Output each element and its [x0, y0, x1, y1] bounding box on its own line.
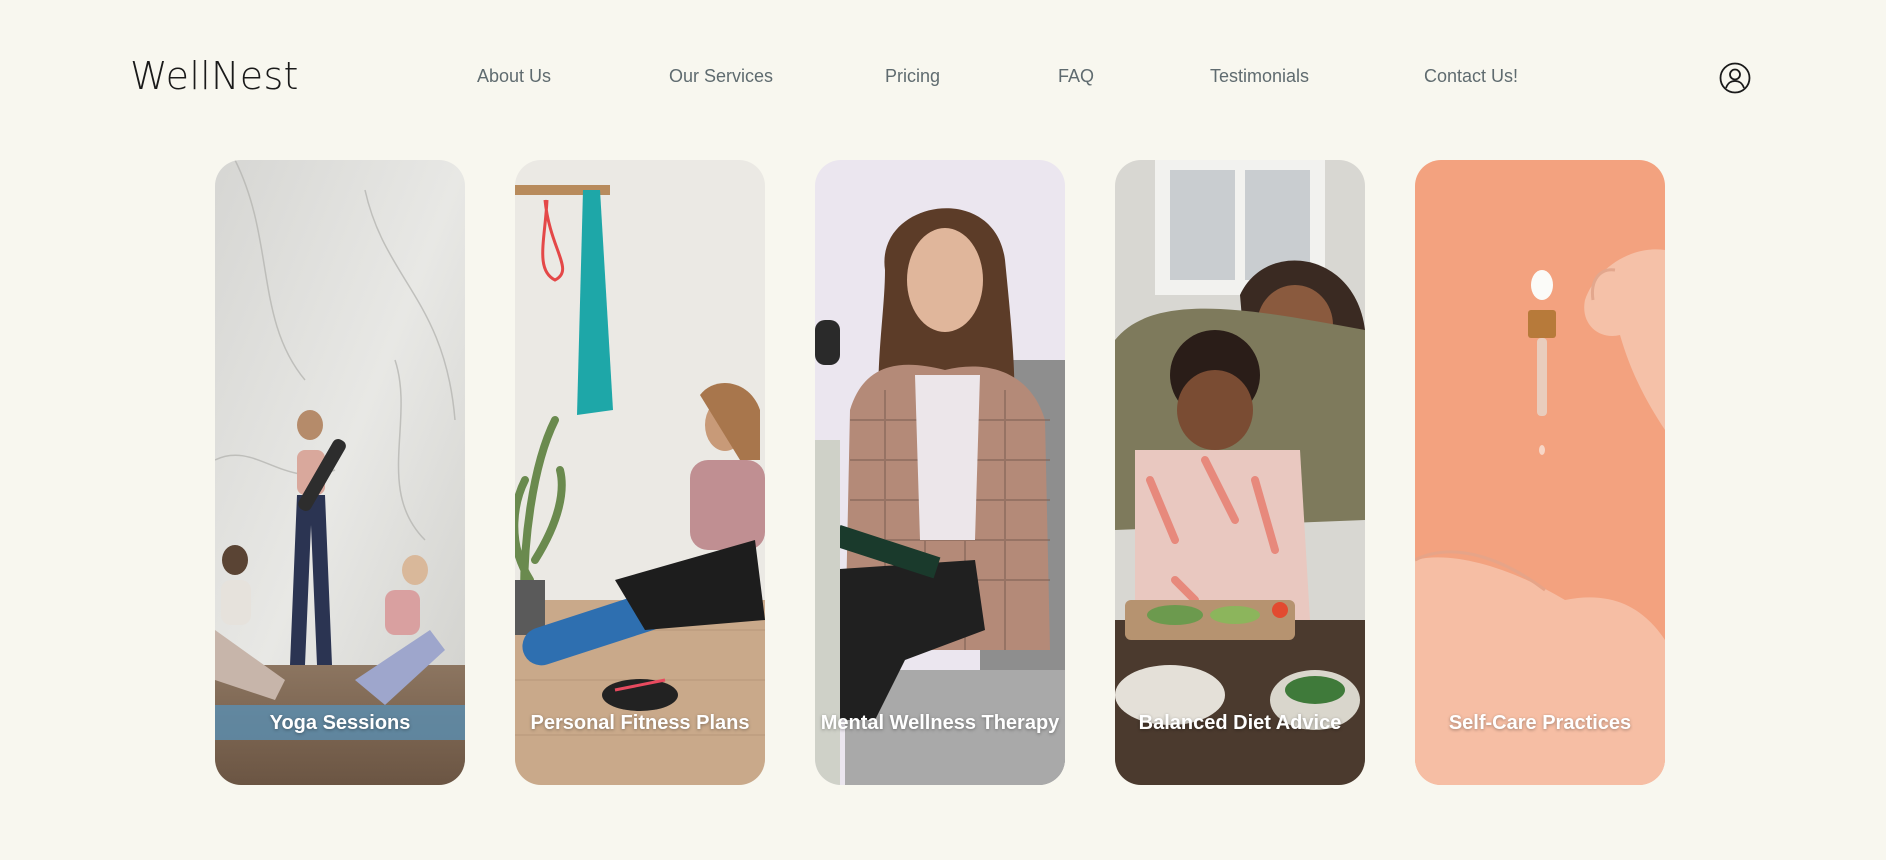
- service-card-title: Personal Fitness Plans: [530, 712, 750, 734]
- therapist-session-photo: [815, 160, 1065, 785]
- nav-link-testimonials[interactable]: Testimonials: [1210, 66, 1309, 87]
- service-card-selfcare[interactable]: Self-Care Practices: [1415, 160, 1665, 785]
- nav-link-our-services[interactable]: Our Services: [669, 66, 773, 87]
- main-nav: About Us Our Services Pricing FAQ Testim…: [0, 66, 1886, 90]
- service-card-therapy[interactable]: Mental Wellness Therapy: [815, 160, 1065, 785]
- service-card-diet[interactable]: Balanced Diet Advice: [1115, 160, 1365, 785]
- services-cards: Yoga Sessions Personal Fitness Plans Men…: [0, 160, 1886, 785]
- nav-link-pricing[interactable]: Pricing: [885, 66, 940, 87]
- cooking-together-photo: [1115, 160, 1365, 785]
- yoga-group-photo: [215, 160, 465, 785]
- serum-dropper-photo: [1415, 160, 1665, 785]
- fitness-shoelace-photo: [515, 160, 765, 785]
- service-card-fitness[interactable]: Personal Fitness Plans: [515, 160, 765, 785]
- service-card-title: Yoga Sessions: [269, 712, 411, 734]
- nav-link-contact-us[interactable]: Contact Us!: [1424, 66, 1518, 87]
- service-card-title: Balanced Diet Advice: [1138, 712, 1342, 734]
- user-account-icon[interactable]: [1719, 62, 1751, 94]
- service-card-yoga[interactable]: Yoga Sessions: [215, 160, 465, 785]
- service-card-title: Mental Wellness Therapy: [820, 712, 1060, 734]
- nav-link-faq[interactable]: FAQ: [1058, 66, 1094, 87]
- nav-link-about-us[interactable]: About Us: [477, 66, 551, 87]
- service-card-title: Self-Care Practices: [1448, 712, 1632, 734]
